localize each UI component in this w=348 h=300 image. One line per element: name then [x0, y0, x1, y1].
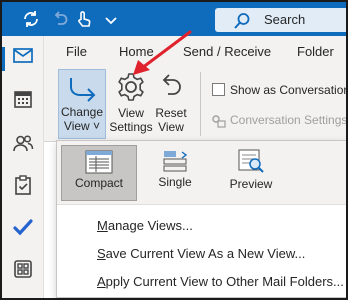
apps-icon — [14, 260, 32, 278]
compact-view-icon — [85, 150, 113, 174]
apply-view-label: pply Current View to Other Mail Folders.… — [105, 274, 344, 289]
change-view-icon — [70, 78, 96, 102]
manage-views-access-key: M — [97, 218, 108, 233]
title-bar: Search — [2, 2, 348, 36]
conversation-settings-label: Conversation Settings — [230, 113, 348, 127]
reset-view-label-1: Reset — [155, 106, 187, 120]
preview-view-icon — [238, 149, 264, 173]
single-view-icon — [163, 151, 188, 172]
gear-icon — [118, 73, 144, 101]
calendar-icon — [14, 91, 32, 108]
save-view-label: ave Current View As a New View... — [105, 246, 306, 261]
ribbon: Change View ˅ View Settings Reset View S… — [44, 66, 348, 142]
rail-item-mail[interactable] — [2, 40, 44, 71]
undo-icon[interactable] — [49, 8, 71, 30]
reset-view-button[interactable]: Reset View — [150, 69, 192, 139]
conversation-settings-icon — [212, 115, 226, 128]
active-indicator — [2, 47, 5, 71]
menu-manage-views[interactable]: Manage Views... — [97, 218, 193, 233]
search-box[interactable]: Search — [215, 8, 348, 32]
view-option-preview-label: Preview — [229, 177, 273, 191]
show-as-conversations-label: Show as Conversations — [230, 83, 348, 97]
reset-view-label-2: View — [158, 120, 184, 134]
menu-save-current-view[interactable]: Save Current View As a New View... — [97, 246, 305, 261]
view-option-compact-label: Compact — [74, 176, 124, 190]
tab-folder[interactable]: Folder — [297, 44, 334, 59]
view-gallery: Compact Single Preview — [57, 141, 348, 205]
tasks-icon — [15, 175, 31, 195]
sync-icon[interactable] — [20, 8, 42, 30]
tab-send-receive[interactable]: Send / Receive — [183, 44, 271, 59]
navigation-rail — [2, 36, 44, 298]
view-option-single[interactable]: Single — [137, 145, 213, 201]
change-view-label-2: View ˅ — [63, 119, 101, 133]
menu-apply-current-view[interactable]: Apply Current View to Other Mail Folders… — [97, 274, 344, 289]
view-option-compact[interactable]: Compact — [61, 145, 137, 201]
view-settings-button[interactable]: View Settings — [106, 69, 156, 139]
people-icon — [13, 135, 34, 152]
view-option-preview[interactable]: Preview — [213, 145, 289, 201]
view-settings-label-2: Settings — [109, 120, 153, 134]
tab-file[interactable]: File — [66, 44, 87, 59]
rail-item-tasks[interactable] — [2, 170, 44, 200]
search-icon — [234, 13, 250, 29]
view-option-single-label: Single — [158, 175, 192, 189]
rail-item-people[interactable] — [2, 128, 44, 158]
save-view-access-key: S — [97, 246, 106, 261]
search-label: Search — [264, 12, 306, 27]
todo-check-icon — [13, 219, 33, 236]
reset-view-icon — [162, 74, 181, 95]
view-settings-label-1: View — [118, 106, 144, 120]
tab-home[interactable]: Home — [119, 44, 154, 59]
manage-views-label: anage Views... — [107, 218, 193, 233]
touch-mode-icon[interactable] — [73, 8, 95, 30]
change-view-button[interactable]: Change View ˅ — [58, 69, 106, 139]
ribbon-tabs: File Home Send / Receive Folder — [44, 36, 346, 66]
rail-item-todo[interactable] — [2, 212, 44, 242]
rail-item-calendar[interactable] — [2, 84, 44, 114]
rail-item-apps[interactable] — [2, 254, 44, 284]
checkbox-box — [212, 83, 225, 96]
customize-qat-chevron-icon[interactable] — [100, 8, 122, 30]
mail-icon — [13, 48, 33, 63]
ribbon-separator — [200, 72, 201, 136]
change-view-label-1: Change — [60, 105, 104, 119]
apply-view-access-key: A — [97, 274, 106, 289]
change-view-dropdown: Compact Single Preview Manage Views... S… — [56, 140, 348, 298]
